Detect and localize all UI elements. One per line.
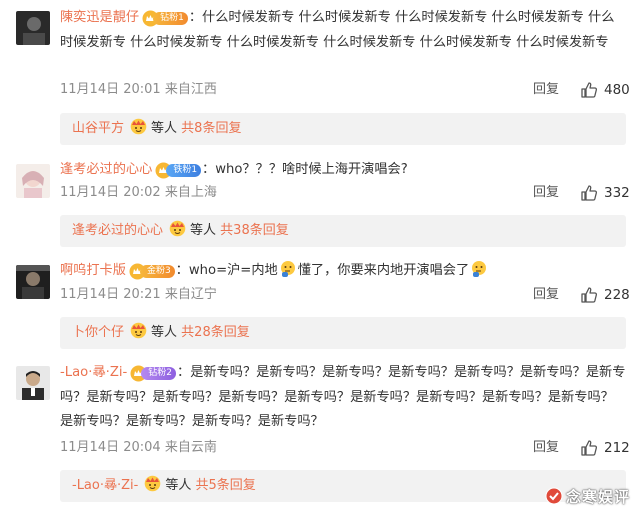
reply-count-link[interactable]: 共5条回复	[195, 478, 255, 493]
comment-location: 来自云南	[164, 440, 217, 455]
badge-label: 钻粉1	[153, 12, 188, 25]
comment-location: 来自上海	[164, 185, 217, 200]
fan-badge[interactable]: 金粉3	[129, 263, 175, 280]
comment-meta: 11月14日 20:02 来自上海	[60, 183, 217, 203]
watermark: 念寒娱评	[545, 486, 630, 507]
reply-button[interactable]: 回复	[533, 183, 559, 203]
watermark-text: 念寒娱评	[565, 488, 630, 506]
comment-time: 11月14日 20:01	[60, 82, 161, 97]
comment-body: -Lao·㝷·Zi- 钻粉2 ：是新专吗？是新专吗？是新专吗？是新专吗？是新专吗？是…	[60, 365, 626, 429]
reply-count-link[interactable]: 共28条回复	[181, 325, 250, 340]
avatar[interactable]	[16, 11, 50, 45]
reply-preview[interactable]: 山谷平方 等人 共8条回复	[60, 113, 626, 145]
comment-body: 啊呜打卡版 金粉3 ：who=沪=内地 懂了，你要来内地开演唱会了	[60, 259, 626, 284]
username-link[interactable]: 逢考必过的心心	[60, 162, 152, 177]
watermark-logo-icon	[545, 487, 563, 505]
emoji-smile-icon	[169, 218, 186, 237]
reply-button[interactable]: 回复	[533, 285, 559, 305]
comment-meta: 11月14日 20:21 来自辽宁	[60, 285, 217, 305]
reply-middle-text: 等人	[151, 121, 178, 136]
thumbs-up-icon	[581, 287, 598, 303]
reply-middle-text: 等人	[190, 223, 217, 238]
comment-body: 逢考必过的心心 铁粉1 ：who？？？啥时候上海开演唱会?	[60, 162, 408, 179]
reply-user-link[interactable]: -Lao·㝷·Zi-	[72, 478, 138, 493]
comment-text-part2: 懂了，你要来内地开演唱会了	[297, 263, 470, 278]
emoji-smile-icon	[144, 473, 161, 492]
fan-badge[interactable]: 钻粉1	[142, 10, 188, 27]
comment-time: 11月14日 20:02	[60, 185, 161, 200]
reply-count-link[interactable]: 共8条回复	[181, 121, 241, 136]
avatar[interactable]	[16, 265, 50, 299]
comment-meta: 11月14日 20:04 来自云南	[60, 438, 217, 458]
avatar[interactable]	[16, 164, 50, 198]
reply-user-link[interactable]: 卜你个仔	[72, 325, 124, 340]
emoji-thinking-icon	[470, 260, 488, 278]
reply-preview[interactable]: 逢考必过的心心 等人 共38条回复	[60, 215, 626, 247]
emoji-smile-icon	[130, 320, 147, 339]
reply-middle-text: 等人	[165, 478, 192, 493]
like-count: 480	[604, 82, 630, 98]
reply-button[interactable]: 回复	[533, 80, 559, 100]
fan-badge[interactable]: 钻粉2	[130, 365, 177, 382]
reply-button[interactable]: 回复	[533, 438, 559, 458]
comment-time: 11月14日 20:04	[60, 440, 161, 455]
avatar[interactable]	[16, 366, 50, 400]
like-count: 332	[604, 185, 630, 201]
username-link[interactable]: 陳奕迅是靚仔	[60, 10, 139, 25]
thumbs-up-icon	[581, 185, 598, 201]
comment-text: who？？？啥时候上海开演唱会?	[215, 162, 408, 177]
reply-user-link[interactable]: 逢考必过的心心	[72, 223, 163, 238]
reply-preview[interactable]: 卜你个仔 等人 共28条回复	[60, 317, 626, 349]
comment-time: 11月14日 20:21	[60, 287, 161, 302]
fan-badge[interactable]: 铁粉1	[155, 162, 202, 179]
thumbs-up-icon	[581, 82, 598, 98]
comment-meta: 11月14日 20:01 来自江西	[60, 80, 217, 100]
comment-body: 陳奕迅是靚仔 钻粉1 ：什么时候发新专 什么时候发新专 什么时候发新专 什么时候发新…	[60, 10, 615, 50]
badge-label: 钻粉2	[141, 367, 177, 380]
like-count: 212	[604, 440, 630, 456]
reply-user-link[interactable]: 山谷平方	[72, 121, 124, 136]
reply-count-link[interactable]: 共38条回复	[220, 223, 289, 238]
comment-location: 来自辽宁	[164, 287, 217, 302]
emoji-smile-icon	[130, 116, 147, 135]
badge-label: 金粉3	[139, 265, 175, 278]
username-link[interactable]: 啊呜打卡版	[60, 263, 126, 278]
badge-label: 铁粉1	[166, 164, 202, 177]
reply-preview[interactable]: -Lao·㝷·Zi- 等人 共5条回复	[60, 470, 626, 502]
emoji-thinking-icon	[279, 260, 297, 278]
like-count: 228	[604, 287, 630, 303]
comment-location: 来自江西	[164, 82, 217, 97]
thumbs-up-icon	[581, 440, 598, 456]
reply-middle-text: 等人	[151, 325, 178, 340]
username-link[interactable]: -Lao·㝷·Zi-	[60, 365, 127, 380]
comment-text-part1: who=沪=内地	[188, 263, 278, 278]
